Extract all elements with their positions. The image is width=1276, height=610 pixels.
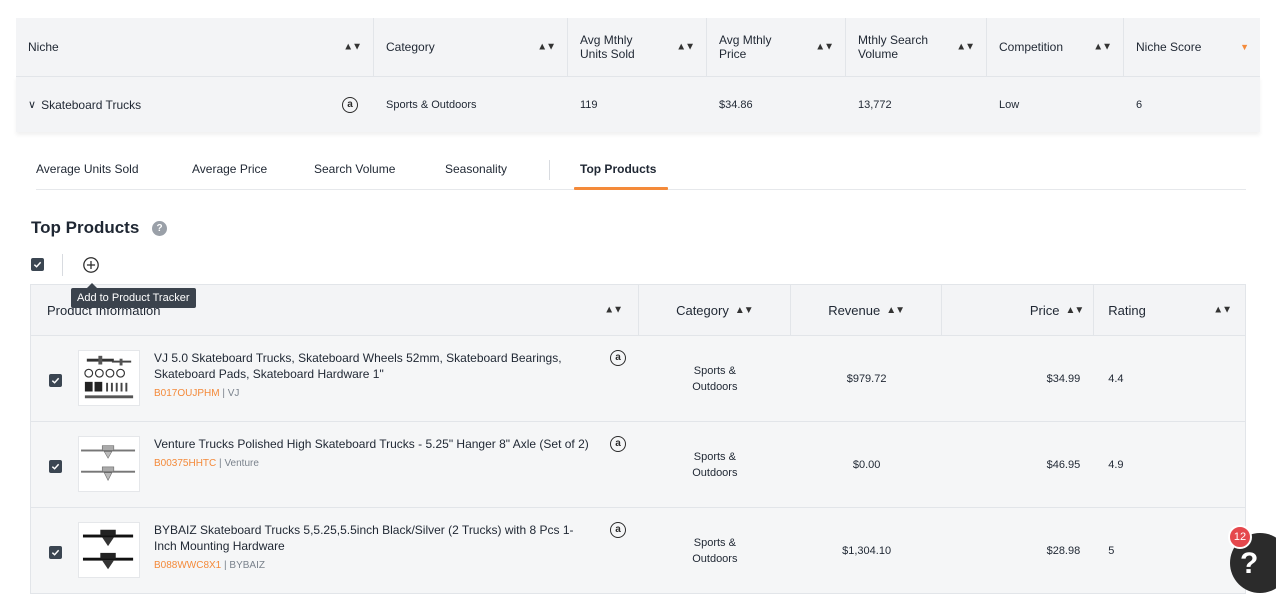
top-products-table: Product Information ▲▼ Category ▲▼ Reven… [30, 284, 1246, 594]
product-asin[interactable]: B088WWC8X1 [154, 560, 221, 571]
niche-competition: Low [999, 98, 1020, 111]
row-checkbox[interactable] [49, 374, 62, 387]
product-thumbnail[interactable] [78, 522, 140, 578]
plus-circle-icon [83, 257, 99, 273]
product-revenue: $979.72 [846, 372, 887, 385]
check-icon [51, 549, 60, 556]
sort-icon[interactable]: ▲▼ [676, 42, 695, 53]
niche-name: Skateboard Trucks [41, 97, 142, 112]
add-to-tracker-tooltip: Add to Product Tracker [71, 283, 196, 308]
select-all-checkbox[interactable] [31, 258, 44, 271]
product-thumbnail[interactable] [78, 436, 140, 492]
sort-icon[interactable]: ▲▼ [815, 42, 834, 53]
product-thumbnail[interactable] [78, 350, 140, 406]
product-category: Sports & Outdoors [692, 364, 738, 393]
sort-icon[interactable]: ▲▼ [343, 42, 362, 53]
amazon-icon[interactable]: a [610, 350, 626, 366]
row-checkbox[interactable] [49, 546, 62, 559]
category-column-header[interactable]: Category ▲▼ [374, 18, 568, 76]
sort-desc-icon[interactable]: ▼ [1240, 42, 1249, 52]
row-checkbox[interactable] [49, 460, 62, 473]
product-price: $28.98 [1046, 544, 1081, 557]
skateboard-kit-image [84, 355, 134, 399]
product-asin[interactable]: B017OUJPHM [154, 388, 220, 399]
product-brand: VJ [227, 388, 240, 399]
active-tab-indicator [574, 187, 668, 190]
product-price: $46.95 [1046, 458, 1081, 471]
rating-column-header[interactable]: Rating ▲▼ [1094, 285, 1245, 335]
avg-price-column-header[interactable]: Avg Mthly Price ▲▼ [707, 18, 846, 76]
tab-search-volume[interactable]: Search Volume [314, 162, 395, 176]
product-meta: B088WWC8X1 | BYBAIZ [154, 560, 265, 571]
product-brand: Venture [224, 458, 259, 469]
product-asin[interactable]: B00375HHTC [154, 458, 216, 469]
sort-icon[interactable]: ▲▼ [735, 305, 754, 316]
niche-table-header: Niche ▲▼ Category ▲▼ Avg Mthly Units Sol… [16, 18, 1260, 76]
product-price: $34.99 [1046, 372, 1081, 385]
product-revenue: $1,304.10 [842, 544, 892, 557]
products-table-header: Product Information ▲▼ Category ▲▼ Reven… [30, 284, 1246, 336]
sort-icon[interactable]: ▲▼ [1093, 42, 1112, 53]
niche-column-header[interactable]: Niche ▲▼ [16, 18, 374, 76]
toolbar-divider [62, 254, 63, 276]
sort-icon[interactable]: ▲▼ [1213, 305, 1232, 316]
tab-divider [549, 160, 550, 180]
search-volume-column-header[interactable]: Mthly Search Volume ▲▼ [846, 18, 987, 76]
sort-icon[interactable]: ▲▼ [1065, 305, 1084, 316]
product-title[interactable]: Venture Trucks Polished High Skateboard … [154, 436, 594, 452]
product-rating: 4.9 [1108, 458, 1124, 471]
check-icon [51, 463, 60, 470]
black-trucks-image [82, 529, 134, 570]
sort-icon[interactable]: ▲▼ [956, 42, 975, 53]
table-row[interactable]: Venture Trucks Polished High Skateboard … [30, 422, 1246, 508]
notification-badge[interactable]: 12 [1228, 525, 1252, 549]
product-revenue: $0.00 [852, 458, 881, 471]
tab-top-products[interactable]: Top Products [580, 162, 656, 176]
product-title[interactable]: BYBAIZ Skateboard Trucks 5,5.25,5.5inch … [154, 522, 594, 554]
sort-icon[interactable]: ▲▼ [886, 305, 905, 316]
niche-row[interactable]: ∨ Skateboard Trucks a Sports & Outdoors … [16, 76, 1260, 132]
add-to-tracker-button[interactable] [80, 254, 102, 276]
amazon-icon[interactable]: a [342, 97, 358, 113]
product-category: Sports & Outdoors [692, 450, 738, 479]
product-rating: 4.4 [1108, 372, 1124, 385]
tab-seasonality[interactable]: Seasonality [445, 162, 507, 176]
category-column-header[interactable]: Category ▲▼ [639, 285, 791, 335]
units-sold-column-header[interactable]: Avg Mthly Units Sold ▲▼ [568, 18, 707, 76]
product-category: Sports & Outdoors [692, 536, 738, 565]
product-rating: 5 [1108, 544, 1115, 557]
table-row[interactable]: BYBAIZ Skateboard Trucks 5,5.25,5.5inch … [30, 508, 1246, 594]
niche-score: 6 [1136, 98, 1143, 111]
revenue-column-header[interactable]: Revenue ▲▼ [791, 285, 943, 335]
niche-units-sold: 119 [580, 98, 598, 111]
section-title: Top Products [31, 218, 140, 237]
amazon-icon[interactable]: a [610, 522, 626, 538]
product-brand: BYBAIZ [229, 560, 265, 571]
niche-score-column-header[interactable]: Niche Score ▼ [1124, 18, 1260, 76]
check-icon [33, 261, 42, 268]
product-meta: B00375HHTC | Venture [154, 458, 259, 469]
detail-tabs: Average Units Sold Average Price Search … [36, 160, 1246, 190]
skateboard-trucks-image [81, 445, 136, 482]
sort-icon[interactable]: ▲▼ [604, 305, 623, 316]
amazon-icon[interactable]: a [610, 436, 626, 452]
help-icon[interactable]: ? [152, 221, 167, 236]
tab-average-units-sold[interactable]: Average Units Sold [36, 162, 139, 176]
table-row[interactable]: VJ 5.0 Skateboard Trucks, Skateboard Whe… [30, 336, 1246, 422]
tab-average-price[interactable]: Average Price [192, 162, 267, 176]
competition-column-header[interactable]: Competition ▲▼ [987, 18, 1124, 76]
question-icon: ? [1240, 547, 1259, 580]
chevron-down-icon[interactable]: ∨ [28, 98, 36, 111]
price-column-header[interactable]: Price ▲▼ [942, 285, 1095, 335]
niche-category: Sports & Outdoors [386, 98, 477, 111]
sort-icon[interactable]: ▲▼ [537, 42, 556, 53]
product-title[interactable]: VJ 5.0 Skateboard Trucks, Skateboard Whe… [154, 350, 594, 382]
niche-search-volume: 13,772 [858, 98, 892, 111]
check-icon [51, 377, 60, 384]
niche-avg-price: $34.86 [719, 98, 753, 111]
product-meta: B017OUJPHM | VJ [154, 388, 240, 399]
